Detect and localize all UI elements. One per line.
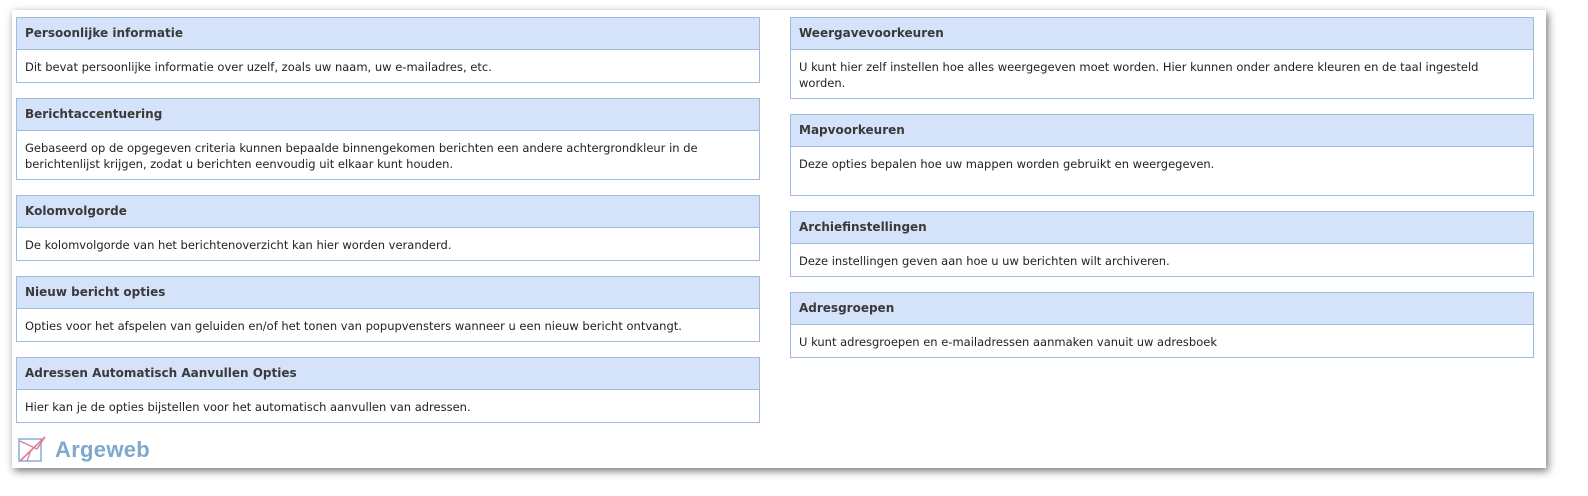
settings-card-display-preferences[interactable]: Weergavevoorkeuren U kunt hier zelf inst…	[790, 17, 1534, 99]
settings-card-address-autocomplete[interactable]: Adressen Automatisch Aanvullen Opties Hi…	[16, 357, 760, 423]
settings-card-folder-preferences[interactable]: Mapvoorkeuren Deze opties bepalen hoe uw…	[790, 114, 1534, 196]
settings-card-address-groups[interactable]: Adresgroepen U kunt adresgroepen en e-ma…	[790, 292, 1534, 358]
card-title[interactable]: Kolomvolgorde	[17, 196, 759, 228]
settings-card-personal-info[interactable]: Persoonlijke informatie Dit bevat persoo…	[16, 17, 760, 83]
card-title[interactable]: Archiefinstellingen	[791, 212, 1533, 244]
card-title[interactable]: Adresgroepen	[791, 293, 1533, 325]
card-description: Dit bevat persoonlijke informatie over u…	[17, 50, 759, 82]
card-description: Opties voor het afspelen van geluiden en…	[17, 309, 759, 341]
settings-panel: Persoonlijke informatie Dit bevat persoo…	[12, 10, 1546, 468]
settings-left-column: Persoonlijke informatie Dit bevat persoo…	[16, 17, 760, 438]
card-title[interactable]: Mapvoorkeuren	[791, 115, 1533, 147]
card-title[interactable]: Berichtaccentuering	[17, 99, 759, 131]
card-description: Gebaseerd op de opgegeven criteria kunne…	[17, 131, 759, 179]
card-title[interactable]: Weergavevoorkeuren	[791, 18, 1533, 50]
settings-card-message-highlighting[interactable]: Berichtaccentuering Gebaseerd op de opge…	[16, 98, 760, 180]
card-description: U kunt hier zelf instellen hoe alles wee…	[791, 50, 1533, 98]
card-title[interactable]: Nieuw bericht opties	[17, 277, 759, 309]
card-description: U kunt adresgroepen en e-mailadressen aa…	[791, 325, 1533, 357]
card-description: De kolomvolgorde van het berichtenoverzi…	[17, 228, 759, 260]
argeweb-logo: Argeweb	[17, 433, 150, 467]
argeweb-logo-icon	[18, 436, 46, 462]
settings-card-column-order[interactable]: Kolomvolgorde De kolomvolgorde van het b…	[16, 195, 760, 261]
settings-card-archive-settings[interactable]: Archiefinstellingen Deze instellingen ge…	[790, 211, 1534, 277]
card-description: Deze instellingen geven aan hoe u uw ber…	[791, 244, 1533, 276]
card-title[interactable]: Persoonlijke informatie	[17, 18, 759, 50]
card-title[interactable]: Adressen Automatisch Aanvullen Opties	[17, 358, 759, 390]
argeweb-logo-text: Argeweb	[55, 437, 151, 462]
card-description: Deze opties bepalen hoe uw mappen worden…	[791, 147, 1533, 195]
settings-right-column: Weergavevoorkeuren U kunt hier zelf inst…	[790, 17, 1534, 373]
card-description: Hier kan je de opties bijstellen voor he…	[17, 390, 759, 422]
settings-card-new-message-options[interactable]: Nieuw bericht opties Opties voor het afs…	[16, 276, 760, 342]
